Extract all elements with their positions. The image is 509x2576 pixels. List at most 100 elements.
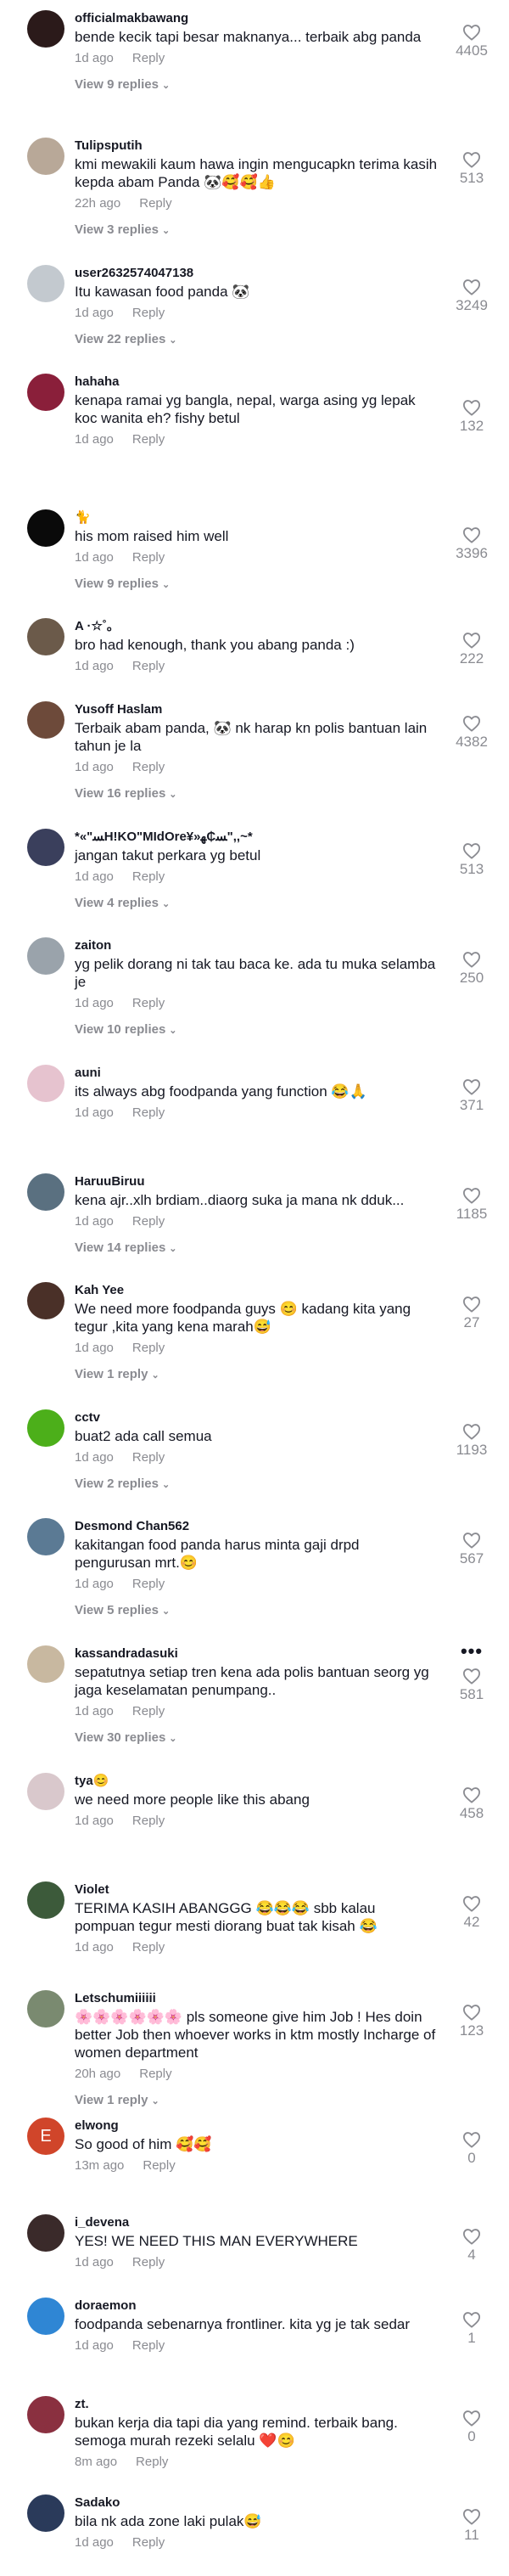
- view-replies-button[interactable]: View 22 replies ⌄: [75, 331, 439, 349]
- view-replies-button[interactable]: View 1 reply ⌄: [75, 1366, 439, 1384]
- comment-username[interactable]: kassandradasuki: [75, 1645, 439, 1662]
- comment-username[interactable]: Sadako: [75, 2494, 439, 2511]
- like-button[interactable]: 371: [450, 1078, 494, 1114]
- reply-button[interactable]: Reply: [132, 2255, 165, 2269]
- reply-button[interactable]: Reply: [132, 51, 165, 65]
- like-button[interactable]: 3249: [450, 278, 494, 314]
- view-replies-button[interactable]: View 2 replies ⌄: [75, 1476, 439, 1493]
- avatar[interactable]: [27, 1409, 64, 1447]
- like-button[interactable]: 513: [450, 151, 494, 187]
- view-replies-button[interactable]: View 1 reply ⌄: [75, 2092, 439, 2110]
- like-button[interactable]: 222: [450, 632, 494, 667]
- comment-username[interactable]: *«"ﺴH!KO"MIdOre¥»ﺴ₵ﻬ",,~*: [75, 829, 439, 845]
- reply-button[interactable]: Reply: [143, 2158, 175, 2173]
- view-replies-button[interactable]: View 16 replies ⌄: [75, 785, 439, 803]
- reply-button[interactable]: Reply: [132, 1814, 165, 1828]
- avatar[interactable]: E: [27, 2118, 64, 2155]
- avatar[interactable]: [27, 1173, 64, 1211]
- reply-button[interactable]: Reply: [132, 1577, 165, 1591]
- view-replies-button[interactable]: View 9 replies ⌄: [75, 576, 439, 593]
- comment-username[interactable]: A ·☆˚｡: [75, 618, 439, 634]
- avatar[interactable]: [27, 2494, 64, 2532]
- like-button[interactable]: 42: [450, 1895, 494, 1931]
- reply-button[interactable]: Reply: [132, 1105, 165, 1120]
- reply-button[interactable]: Reply: [132, 1450, 165, 1465]
- reply-button[interactable]: Reply: [132, 550, 165, 565]
- like-button[interactable]: 513: [450, 842, 494, 878]
- reply-button[interactable]: Reply: [132, 760, 165, 774]
- reply-button[interactable]: Reply: [132, 2535, 165, 2550]
- avatar[interactable]: [27, 1881, 64, 1919]
- avatar[interactable]: [27, 265, 64, 302]
- reply-button[interactable]: Reply: [132, 659, 165, 673]
- avatar[interactable]: [27, 1990, 64, 2028]
- avatar[interactable]: [27, 829, 64, 866]
- reply-button[interactable]: Reply: [132, 306, 165, 320]
- like-button[interactable]: 123: [450, 2004, 494, 2039]
- reply-button[interactable]: Reply: [132, 1341, 165, 1355]
- comment-username[interactable]: user2632574047138: [75, 265, 439, 281]
- comment-username[interactable]: Yusoff Haslam: [75, 701, 439, 717]
- comment-username[interactable]: zaiton: [75, 937, 439, 953]
- avatar[interactable]: [27, 10, 64, 48]
- comment-username[interactable]: Tulipsputih: [75, 138, 439, 154]
- avatar[interactable]: [27, 374, 64, 411]
- avatar[interactable]: [27, 1282, 64, 1319]
- view-replies-button[interactable]: View 14 replies ⌄: [75, 1240, 439, 1257]
- view-replies-button[interactable]: View 10 replies ⌄: [75, 1021, 439, 1039]
- avatar[interactable]: [27, 1518, 64, 1555]
- reply-button[interactable]: Reply: [132, 432, 165, 447]
- comment-username[interactable]: Violet: [75, 1881, 439, 1898]
- comment-username[interactable]: officialmakbawang: [75, 10, 439, 26]
- avatar[interactable]: [27, 2396, 64, 2433]
- comment-username[interactable]: HaruuBiruu: [75, 1173, 439, 1190]
- reply-button[interactable]: Reply: [132, 1704, 165, 1718]
- like-button[interactable]: 581: [450, 1668, 494, 1703]
- avatar[interactable]: [27, 618, 64, 655]
- comment-username[interactable]: Kah Yee: [75, 1282, 439, 1298]
- like-button[interactable]: 11: [450, 2508, 494, 2544]
- reply-button[interactable]: Reply: [139, 196, 171, 211]
- avatar[interactable]: [27, 2298, 64, 2335]
- comment-username[interactable]: Desmond Chan562: [75, 1518, 439, 1534]
- view-replies-button[interactable]: View 30 replies ⌄: [75, 1730, 439, 1747]
- avatar[interactable]: [27, 1773, 64, 1810]
- like-button[interactable]: 4382: [450, 715, 494, 751]
- like-button[interactable]: 1185: [450, 1187, 494, 1223]
- comment-username[interactable]: i_devena: [75, 2214, 439, 2230]
- avatar[interactable]: [27, 1645, 64, 1683]
- reply-button[interactable]: Reply: [132, 1940, 165, 1954]
- reply-button[interactable]: Reply: [132, 996, 165, 1010]
- like-button[interactable]: 4405: [450, 24, 494, 59]
- reply-button[interactable]: Reply: [132, 2338, 165, 2353]
- like-button[interactable]: 1193: [450, 1423, 494, 1459]
- reply-button[interactable]: Reply: [136, 2455, 168, 2469]
- like-button[interactable]: 0: [450, 2131, 494, 2167]
- like-button[interactable]: 132: [450, 399, 494, 435]
- avatar[interactable]: [27, 509, 64, 547]
- comment-username[interactable]: doraemon: [75, 2298, 439, 2314]
- reply-button[interactable]: Reply: [139, 2067, 171, 2081]
- view-replies-button[interactable]: View 9 replies ⌄: [75, 76, 439, 94]
- like-button[interactable]: 4: [450, 2228, 494, 2264]
- comment-username[interactable]: auni: [75, 1065, 439, 1081]
- like-button[interactable]: 27: [450, 1296, 494, 1331]
- reply-button[interactable]: Reply: [132, 1214, 165, 1229]
- reply-button[interactable]: Reply: [132, 869, 165, 884]
- avatar[interactable]: [27, 701, 64, 739]
- like-button[interactable]: 567: [450, 1532, 494, 1567]
- view-replies-button[interactable]: View 5 replies ⌄: [75, 1602, 439, 1620]
- comment-username[interactable]: hahaha: [75, 374, 439, 390]
- comment-username[interactable]: elwong: [75, 2118, 439, 2134]
- comment-username[interactable]: zt.: [75, 2396, 439, 2412]
- view-replies-button[interactable]: View 4 replies ⌄: [75, 895, 439, 913]
- like-button[interactable]: 1: [450, 2311, 494, 2347]
- comment-username[interactable]: tya😊: [75, 1773, 439, 1789]
- avatar[interactable]: [27, 138, 64, 175]
- like-button[interactable]: 458: [450, 1786, 494, 1822]
- comment-username[interactable]: cctv: [75, 1409, 439, 1426]
- like-button[interactable]: 0: [450, 2410, 494, 2445]
- comment-username[interactable]: 🐈: [75, 509, 439, 526]
- more-options-icon[interactable]: •••: [458, 1642, 485, 1661]
- comment-username[interactable]: Letschumiiiiii: [75, 1990, 439, 2006]
